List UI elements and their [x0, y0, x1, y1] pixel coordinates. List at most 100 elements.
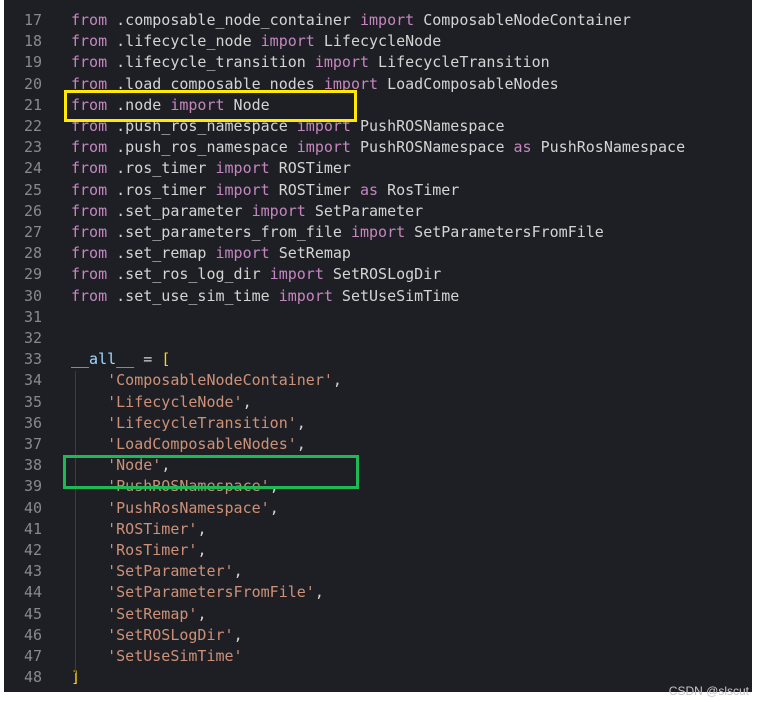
code-line: 43 'SetParameter',: [4, 561, 752, 582]
code-line: 25 from .ros_timer import ROSTimer as Ros…: [4, 180, 752, 201]
line-number: 27: [23, 223, 42, 241]
code-token-str: 'SetUseSimTime': [107, 647, 243, 665]
line-code: 'PushRosNamespace',: [71, 498, 279, 519]
line-number: 39: [23, 477, 42, 496]
line-number: 29: [23, 265, 42, 284]
code-editor[interactable]: 17 from .composable_node_container import…: [4, 0, 752, 692]
line-number: 24: [23, 159, 42, 178]
code-token-str: 'ROSTimer': [107, 519, 198, 538]
code-token-str: 'SetRemap': [107, 604, 198, 623]
code-token-kw: from: [71, 53, 108, 72]
line-code: from .push_ros_namespace import PushROSN…: [71, 137, 685, 158]
line-number: 17: [23, 11, 42, 29]
code-token-plain: .ros_timer: [107, 159, 216, 178]
code-token-kw: from: [71, 11, 108, 29]
code-token-kw: import: [215, 244, 270, 263]
line-number: 20: [23, 74, 42, 93]
code-token-plain: ,: [197, 541, 207, 559]
line-code: 'LoadComposableNodes',: [71, 434, 306, 455]
code-token-str: 'SetParameter': [107, 562, 234, 581]
code-line: 45 'SetRemap',: [4, 604, 752, 625]
code-token-kw: import: [278, 286, 333, 305]
line-number: 48: [23, 668, 42, 687]
line-number: 28: [23, 244, 42, 263]
code-token-plain: LoadComposableNodes: [378, 74, 559, 93]
code-token-plain: ,: [197, 519, 207, 538]
line-code: from .composable_node_container import C…: [71, 10, 631, 31]
code-line: 48]: [4, 667, 752, 688]
code-token-plain: ,: [197, 604, 207, 623]
code-line: 41 'ROSTimer',: [4, 519, 752, 540]
code-token-str: 'SetROSLogDir': [107, 625, 234, 644]
line-number: 30: [23, 286, 42, 305]
line-number: 35: [23, 392, 42, 411]
code-token-kw: from: [71, 159, 108, 178]
line-code: from .lifecycle_node import LifecycleNod…: [71, 31, 441, 52]
code-token-str: 'LifecycleTransition': [107, 413, 297, 432]
line-number: 43: [23, 562, 42, 581]
code-token-kw: from: [71, 32, 108, 51]
code-token-str: 'PushRosNamespace': [107, 498, 270, 517]
code-token-plain: .set_parameters_from_file: [107, 223, 351, 241]
code-token-plain: SetParameter: [305, 201, 424, 220]
line-number: 21: [23, 95, 42, 114]
code-token-bracket: [: [161, 350, 171, 369]
code-line: 46 'SetROSLogDir',: [4, 625, 752, 646]
code-token-kw: from: [71, 223, 108, 241]
line-code: 'SetParameter',: [71, 561, 243, 582]
code-token-str: 'RosTimer': [107, 541, 198, 559]
line-number: 36: [23, 413, 42, 432]
code-token-kw: as: [513, 138, 532, 157]
code-line: 33 __all__ = [: [4, 349, 752, 370]
watermark: CSDN @slscut: [668, 684, 749, 698]
code-token-kw: import: [296, 138, 351, 157]
code-line: 23 from .push_ros_namespace import PushRO…: [4, 137, 752, 158]
code-token-plain: ,: [242, 392, 252, 411]
code-token-plain: SetRemap: [269, 244, 351, 263]
line-number: 22: [23, 117, 42, 135]
code-token-kw: import: [350, 223, 406, 241]
code-token-plain: ,: [296, 435, 306, 453]
code-line: 30 from .set_use_sim_time import SetUseSi…: [4, 286, 752, 307]
line-number: 37: [23, 435, 42, 453]
code-token-plain: .set_use_sim_time: [107, 286, 279, 305]
line-code: from .ros_timer import ROSTimer as RosTi…: [71, 180, 459, 201]
code-token-plain: ,: [233, 562, 243, 581]
code-line: 27 from .set_parameters_from_file import …: [4, 222, 752, 243]
line-number: 40: [23, 498, 42, 517]
code-token-plain: SetParametersFromFile: [405, 223, 604, 241]
code-line: 26 from .set_parameter import SetParamete…: [4, 201, 752, 222]
code-line: 40 'PushRosNamespace',: [4, 498, 752, 519]
code-line: 42 'RosTimer',: [4, 540, 752, 561]
line-code: from .lifecycle_transition import Lifecy…: [71, 52, 550, 73]
line-code: 'ROSTimer',: [71, 519, 206, 540]
code-line: 35 'LifecycleNode',: [4, 392, 752, 413]
code-line: 32: [4, 328, 752, 349]
code-token-kw: from: [71, 180, 108, 199]
code-token-plain: .ros_timer: [107, 180, 216, 199]
code-token-plain: .composable_node_container: [107, 11, 360, 29]
code-token-kw: from: [71, 138, 108, 157]
code-line: 37 'LoadComposableNodes',: [4, 434, 752, 455]
code-token-kw: import: [215, 159, 270, 178]
line-number: 33: [23, 350, 42, 369]
code-token-plain: .set_ros_log_dir: [107, 265, 270, 284]
line-number: 19: [23, 53, 42, 72]
highlight-box-node-all-entry: [63, 455, 359, 489]
line-number: 23: [23, 138, 42, 157]
code-token-kw: from: [71, 286, 108, 305]
code-line: 36 'LifecycleTransition',: [4, 413, 752, 434]
line-code: from .set_remap import SetRemap: [71, 243, 351, 264]
code-token-plain: =: [134, 350, 162, 369]
line-number: 44: [23, 583, 42, 602]
code-token-kw: import: [314, 53, 370, 72]
code-token-plain: .lifecycle_transition: [107, 53, 315, 72]
line-number: 26: [23, 201, 42, 220]
